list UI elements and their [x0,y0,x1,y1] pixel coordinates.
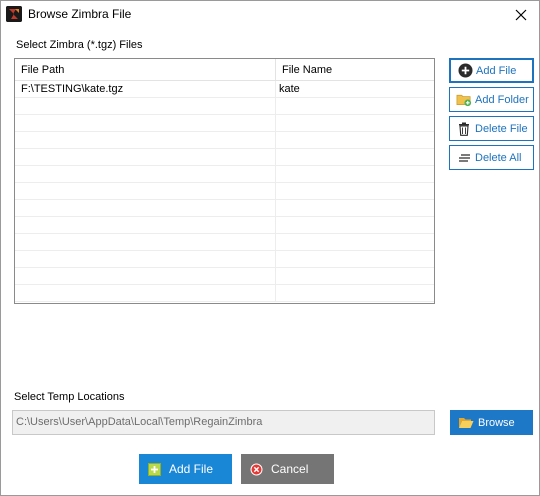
file-path-cell [15,149,275,166]
table-row[interactable]: F:\TESTING\kate.tgz kate [15,81,434,98]
footer-add-file-label: Add File [169,462,214,476]
table-row[interactable] [15,166,434,183]
file-name-cell [275,200,434,217]
grid-header: File Path File Name [15,59,434,81]
table-row[interactable] [15,149,434,166]
table-row[interactable] [15,98,434,115]
file-path-cell: F:\TESTING\kate.tgz [21,83,124,95]
file-path-cell [15,166,275,183]
file-name-cell [275,285,434,302]
delete-file-button[interactable]: Delete File [449,116,534,141]
delete-all-icon [456,150,472,166]
file-name-cell [275,234,434,251]
file-path-cell [15,115,275,132]
file-path-cell [15,217,275,234]
table-row[interactable] [15,234,434,251]
table-row[interactable] [15,115,434,132]
file-name-cell [275,132,434,149]
cancel-icon [250,463,263,476]
file-name-cell [275,268,434,285]
title-bar[interactable]: Browse Zimbra File [1,1,539,29]
plus-square-icon [148,462,161,476]
file-path-cell [15,200,275,217]
file-path-cell [15,183,275,200]
file-path-cell [15,268,275,285]
add-file-label: Add File [476,64,517,77]
browse-zimbra-dialog: Browse Zimbra File Select Zimbra (*.tgz)… [0,0,540,496]
column-header-file-name[interactable]: File Name [275,59,434,81]
app-icon [6,6,22,22]
files-section-label: Select Zimbra (*.tgz) Files [16,39,143,51]
file-name-cell [275,98,434,115]
temp-section-label: Select Temp Locations [14,391,125,403]
file-path-cell [15,234,275,251]
file-path-cell [15,251,275,268]
close-button[interactable] [507,3,535,27]
temp-location-input[interactable]: C:\Users\User\AppData\Local\Temp\RegainZ… [12,410,435,435]
file-name-cell [275,149,434,166]
folder-add-icon [456,92,472,108]
trash-icon [456,121,472,137]
window-title: Browse Zimbra File [28,7,132,21]
cancel-label: Cancel [271,462,309,476]
close-icon [515,9,527,21]
table-row[interactable] [15,217,434,234]
file-path-cell [15,98,275,115]
delete-file-label: Delete File [475,122,528,135]
table-row[interactable] [15,200,434,217]
footer-add-file-button[interactable]: Add File [139,454,232,484]
delete-all-label: Delete All [475,151,522,164]
table-row[interactable] [15,132,434,149]
grid-body: F:\TESTING\kate.tgz kate [15,81,434,302]
folder-open-icon [458,416,474,429]
add-file-button[interactable]: Add File [449,58,534,83]
file-path-cell [15,285,275,302]
file-name-cell [275,183,434,200]
table-row[interactable] [15,183,434,200]
column-header-file-path[interactable]: File Path [15,59,275,81]
add-folder-label: Add Folder [475,93,529,106]
cancel-button[interactable]: Cancel [241,454,334,484]
file-name-cell [275,217,434,234]
browse-label: Browse [478,416,515,429]
files-grid[interactable]: File Path File Name F:\TESTING\kate.tgz k… [14,58,435,304]
table-row[interactable] [15,285,434,302]
add-folder-button[interactable]: Add Folder [449,87,534,112]
file-path-cell [15,132,275,149]
table-row[interactable] [15,251,434,268]
delete-all-button[interactable]: Delete All [449,145,534,170]
browse-button[interactable]: Browse [450,410,533,435]
plus-circle-icon [457,63,473,79]
file-name-cell [275,166,434,183]
file-name-cell: kate [275,81,434,98]
file-name-cell [275,115,434,132]
table-row[interactable] [15,268,434,285]
file-name-cell [275,251,434,268]
